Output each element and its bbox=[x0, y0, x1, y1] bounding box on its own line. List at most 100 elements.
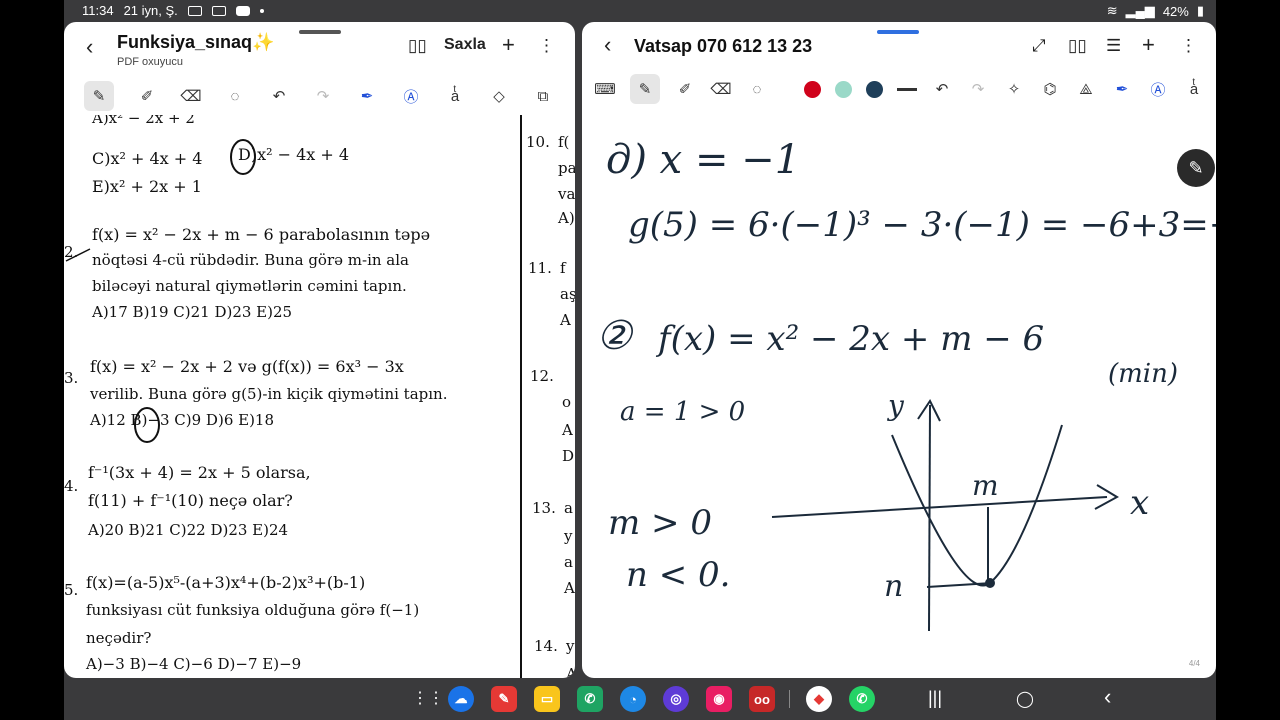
shape-pen-icon[interactable]: ⌬ bbox=[1039, 78, 1061, 100]
handwritten-condition: m > 0 bbox=[608, 503, 712, 543]
question-text: funksiyası cüt funksiya olduğuna görə f(… bbox=[86, 601, 420, 619]
question-number: 4. bbox=[64, 477, 79, 495]
handwritten-line: д) x = −1 bbox=[606, 137, 801, 183]
page-list-icon[interactable]: ☰ bbox=[1106, 36, 1121, 56]
insert-icon[interactable]: ⧉ bbox=[532, 85, 554, 107]
undo-icon[interactable]: ↶ bbox=[268, 85, 290, 107]
clipped-text: y bbox=[564, 527, 573, 545]
answer-options: A)17 B)19 C)21 D)23 E)25 bbox=[92, 303, 293, 321]
question-text: neçədir? bbox=[86, 629, 152, 647]
red-color-swatch[interactable] bbox=[804, 80, 821, 98]
maps-app-icon[interactable]: ◆ bbox=[806, 686, 832, 712]
more-options-icon[interactable]: ⋮ bbox=[1180, 36, 1197, 56]
eraser-tool-icon[interactable]: ⌫ bbox=[180, 85, 202, 107]
blue-pen-icon[interactable]: ✒ bbox=[356, 85, 378, 107]
clipped-text: y bbox=[566, 637, 575, 655]
clipped-text: A bbox=[566, 665, 575, 678]
text-convert-icon[interactable]: aͭ bbox=[444, 85, 466, 107]
clipped-text: A bbox=[564, 579, 575, 597]
notes-header: ‹ Vatsap 070 612 13 23 ⤢ ▯▯ ☰ + ⋮ bbox=[582, 22, 1216, 70]
recorder-app-icon[interactable]: oo bbox=[749, 686, 775, 712]
navy-color-swatch[interactable] bbox=[866, 80, 883, 98]
redo-icon[interactable]: ↷ bbox=[967, 78, 989, 100]
save-button[interactable]: Saxla bbox=[444, 36, 486, 54]
question-text: f⁻¹(3x + 4) = 2x + 5 olarsa, bbox=[88, 463, 311, 482]
ai-pen-icon[interactable]: ⟁ bbox=[1075, 78, 1097, 100]
shape-tool-icon[interactable]: ◇ bbox=[488, 85, 510, 107]
answer-options: A)−3 B)−4 C)−6 D)−7 E)−9 bbox=[86, 655, 302, 673]
clipped-text: o bbox=[562, 393, 572, 411]
question-number: 11. bbox=[528, 259, 552, 277]
clipped-text: A) bbox=[558, 209, 575, 227]
redo-icon[interactable]: ↷ bbox=[312, 85, 334, 107]
text-style-icon[interactable]: Ⓐ bbox=[400, 85, 422, 107]
lasso-tool-icon[interactable]: ◌ bbox=[746, 78, 768, 100]
pdf-page[interactable]: A)x² − 2x + 2 C)x² + 4x + 4 D)x² − 4x + … bbox=[64, 115, 575, 678]
screenshot-notification-icon bbox=[187, 5, 202, 16]
signal-icon: ▂▄▆ bbox=[1125, 3, 1155, 18]
book-view-icon[interactable]: ▯▯ bbox=[1068, 36, 1087, 56]
note-title: Vatsap 070 612 13 23 bbox=[634, 36, 813, 56]
back-arrow-icon[interactable]: ‹ bbox=[604, 32, 611, 58]
pen-tool-icon[interactable]: ✎ bbox=[84, 81, 114, 111]
highlighter-tool-icon[interactable]: ✐ bbox=[674, 78, 696, 100]
question-number: 3. bbox=[64, 369, 79, 387]
note-canvas[interactable]: д) x = −1 g(5) = 6·(−1)³ − 3·(−1) = −6+3… bbox=[582, 105, 1216, 648]
text-style-icon[interactable]: Ⓐ bbox=[1147, 78, 1169, 100]
stroke-width-icon[interactable] bbox=[897, 87, 917, 91]
back-nav-icon[interactable]: ‹ bbox=[1104, 684, 1111, 710]
back-arrow-icon[interactable]: ‹ bbox=[86, 34, 93, 60]
status-date: 21 iyn, Ş. bbox=[123, 3, 178, 18]
document-subtitle: PDF oxuyucu bbox=[117, 56, 184, 68]
y-axis-label: y bbox=[888, 389, 904, 422]
clipped-text: a bbox=[564, 499, 573, 517]
question-text: verilib. Buna görə g(5)-in kiçik qiyməti… bbox=[90, 385, 448, 403]
option-line: C)x² + 4x + 4 bbox=[92, 149, 203, 168]
handwritten-condition: a = 1 > 0 bbox=[620, 397, 746, 427]
more-options-icon[interactable]: ⋮ bbox=[538, 36, 555, 56]
question-text: f(x) = x² − 2x + m − 6 parabolasının təp… bbox=[92, 225, 431, 244]
notes-app-icon[interactable]: ✎ bbox=[491, 686, 517, 712]
option-line: A)x² − 2x + 2 bbox=[92, 115, 195, 127]
clipped-text: f bbox=[560, 259, 566, 277]
magic-pen-icon[interactable]: ✧ bbox=[1003, 78, 1025, 100]
cloud-app-icon[interactable]: ☁ bbox=[448, 686, 474, 712]
undo-icon[interactable]: ↶ bbox=[931, 78, 953, 100]
battery-icon: ▮ bbox=[1196, 3, 1204, 18]
add-icon[interactable]: + bbox=[1142, 32, 1155, 58]
status-time: 11:34 bbox=[82, 3, 114, 18]
browser-app-icon[interactable]: ◎ bbox=[663, 686, 689, 712]
lasso-tool-icon[interactable]: ◌ bbox=[224, 85, 246, 107]
clipped-text: A bbox=[562, 421, 573, 439]
eraser-tool-icon[interactable]: ⌫ bbox=[710, 78, 732, 100]
pen-tool-icon[interactable]: ✎ bbox=[630, 74, 660, 104]
keyboard-icon[interactable]: ⌨ bbox=[594, 78, 616, 100]
more-notifications-icon bbox=[259, 8, 264, 13]
recent-apps-icon[interactable]: ||| bbox=[928, 688, 942, 709]
blue-pen-icon[interactable]: ✒ bbox=[1111, 78, 1133, 100]
book-view-icon[interactable]: ▯▯ bbox=[408, 36, 427, 56]
whatsapp-app-icon[interactable]: ✆ bbox=[849, 686, 875, 712]
pdf-toolbar: ✎ ✐ ⌫ ◌ ↶ ↷ ✒ Ⓐ aͭ ◇ ⧉ bbox=[64, 79, 575, 113]
highlighter-tool-icon[interactable]: ✐ bbox=[136, 85, 158, 107]
pen-floating-button[interactable]: ✎ bbox=[1177, 149, 1215, 187]
letterbox-right bbox=[1216, 0, 1280, 720]
notes-window: ‹ Vatsap 070 612 13 23 ⤢ ▯▯ ☰ + ⋮ ⌨ ✎ ✐ … bbox=[582, 22, 1216, 678]
home-icon[interactable]: ◯ bbox=[1016, 689, 1034, 709]
text-convert-icon[interactable]: aͭ bbox=[1183, 78, 1205, 100]
question-text: f(x) = x² − 2x + 2 və g(f(x)) = 6x³ − 3x bbox=[90, 357, 404, 376]
add-icon[interactable]: + bbox=[502, 32, 515, 58]
pdf-header: ‹ Funksiya_sınaq✨ PDF oxuyucu ▯▯ Saxla +… bbox=[64, 22, 575, 70]
camera-app-icon[interactable]: ◉ bbox=[706, 686, 732, 712]
expand-icon[interactable]: ⤢ bbox=[1032, 36, 1046, 56]
folder-app-icon[interactable]: ▭ bbox=[534, 686, 560, 712]
letterbox-left bbox=[0, 0, 64, 720]
status-bar: 11:34 21 iyn, Ş. ≋ ▂▄▆ 42% ▮ bbox=[64, 0, 1216, 22]
phone-app-icon[interactable]: ✆ bbox=[577, 686, 603, 712]
pdf-reader-window: ‹ Funksiya_sınaq✨ PDF oxuyucu ▯▯ Saxla +… bbox=[64, 22, 575, 678]
question-number: 13. bbox=[532, 499, 556, 517]
handwritten-min: (min) bbox=[1108, 359, 1179, 389]
mint-color-swatch[interactable] bbox=[835, 80, 852, 98]
page-indicator: 4/4 bbox=[1188, 659, 1200, 668]
messages-app-icon[interactable]: ◔ bbox=[620, 686, 646, 712]
